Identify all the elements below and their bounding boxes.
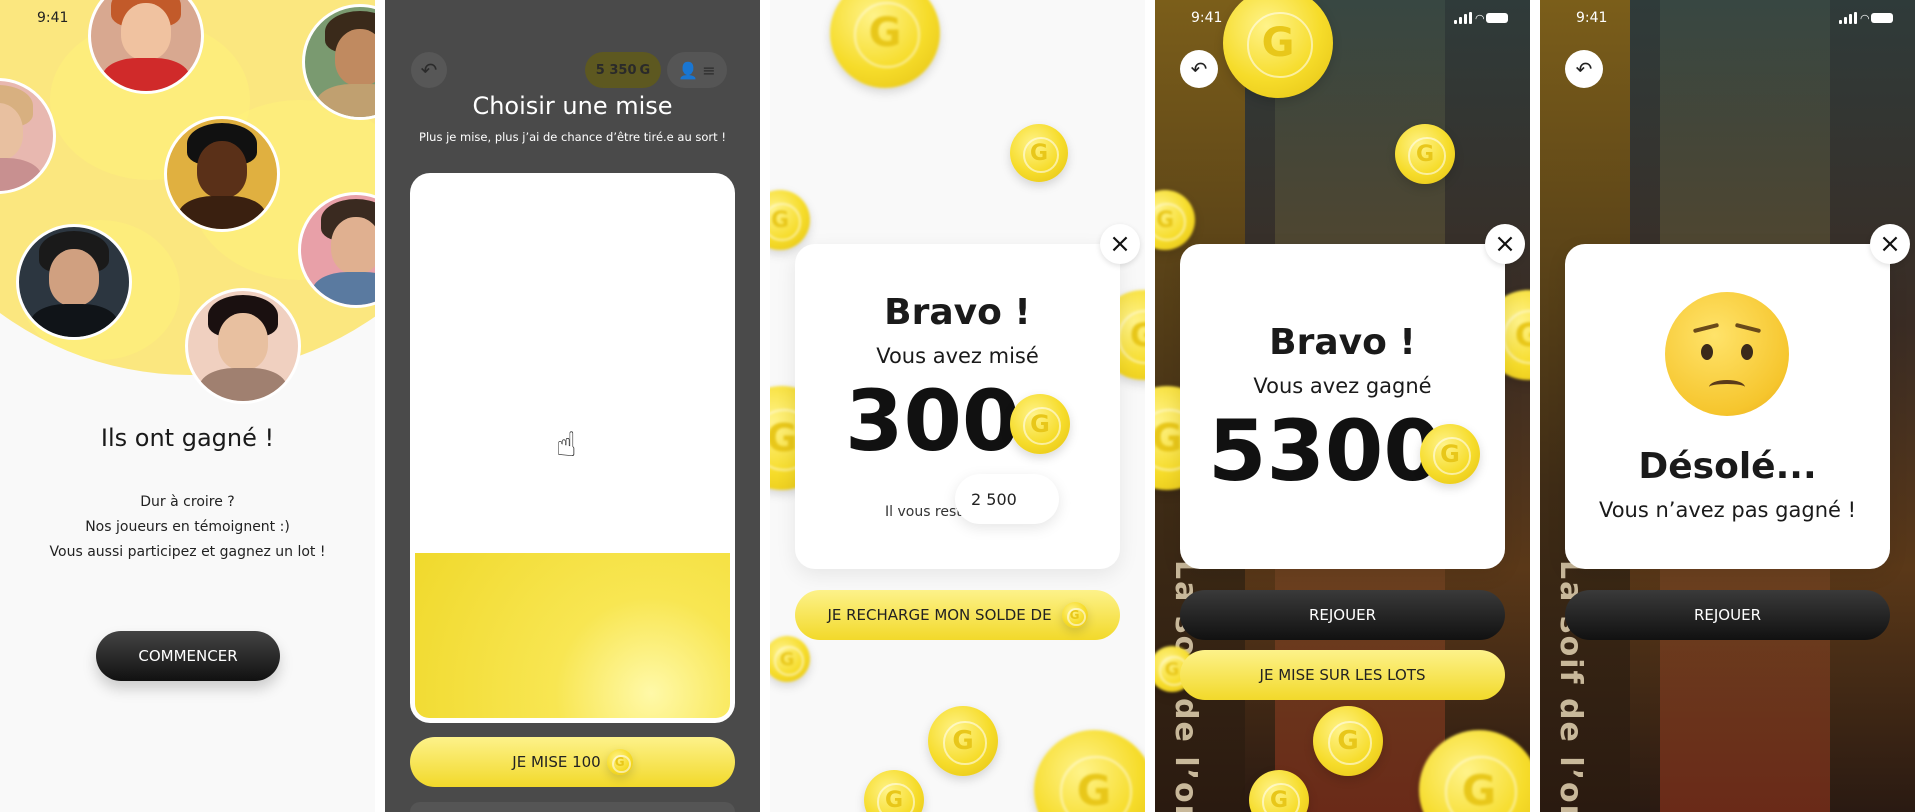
description-line: Vous aussi participez et gagnez un lot ! [49, 544, 326, 560]
user-icon: 👤 [678, 60, 699, 80]
bet-amount: 300 [845, 372, 1021, 470]
screen-choose-bet: ↶ 5 350 G 👤 ≡ Choisir une mise Plus je mi… [385, 0, 760, 812]
back-button[interactable]: ↶ [411, 52, 447, 88]
recharge-button-label: JE RECHARGE MON SOLDE DE [827, 606, 1052, 624]
back-button[interactable]: ↶ [1180, 50, 1218, 88]
bet-slider-card[interactable]: ☝ [410, 173, 735, 723]
back-arrow-icon: ↶ [420, 58, 438, 82]
description-line: Nos joueurs en témoignent :) [85, 519, 290, 535]
close-icon: × [1109, 229, 1131, 259]
balance-chip[interactable]: 5 350 G [585, 52, 661, 88]
close-icon: × [1494, 229, 1516, 259]
close-button[interactable]: × [1485, 224, 1525, 264]
page-title: Ils ont gagné ! [100, 424, 275, 452]
modal-subtitle: Vous avez misé [876, 344, 1039, 368]
start-button[interactable]: COMMENCER [96, 631, 280, 681]
coin-icon: G [1395, 124, 1455, 184]
sad-face-icon [1665, 292, 1789, 416]
coin-icon: G [639, 62, 651, 78]
modal-title: Désolé... [1638, 446, 1817, 487]
screen-winners: 9:41 Ils ont gagné ! Dur à croire ? Nos … [0, 0, 375, 812]
description: Dur à croire ? Nos joueurs en témoignent… [0, 490, 375, 565]
screen-lost: La soif de l’or 9:41 ◠ ↶ Désolé... Vous … [1540, 0, 1915, 812]
back-arrow-icon: ↶ [1575, 57, 1593, 81]
page-subtitle: Plus je mise, plus j’ai de chance d’être… [419, 130, 726, 144]
menu-icon: ≡ [702, 60, 716, 80]
won-amount: 5300 [1208, 402, 1442, 500]
coin-icon: G [1010, 394, 1070, 454]
result-modal: Bravo ! Vous avez misé 300 G Il vous res… [795, 244, 1120, 569]
balance-value: 5 350 [595, 62, 637, 78]
status-time: 9:41 [1191, 10, 1223, 26]
status-time: 9:41 [37, 10, 69, 26]
description-line: Dur à croire ? [140, 494, 235, 510]
bet-level-fill[interactable] [415, 553, 730, 718]
status-time: 9:41 [1576, 10, 1608, 26]
bet-button-label: JE MISE 100 [512, 753, 601, 771]
coin-icon: G [928, 706, 998, 776]
back-button[interactable]: ↶ [1565, 50, 1603, 88]
screen-bet-confirmed: G G G G G G G G G Bravo ! Vous avez misé… [770, 0, 1145, 812]
bet-button[interactable]: JE MISE 100 G [410, 737, 735, 787]
back-arrow-icon: ↶ [1190, 57, 1208, 81]
coin-icon: G [1034, 730, 1145, 812]
status-icons: ◠ [1839, 12, 1893, 24]
avatar-winner [88, 0, 204, 94]
coin-icon: G [1010, 124, 1068, 182]
swipe-hand-icon: ☝ [556, 425, 577, 465]
coin-icon: G [770, 636, 810, 682]
coin-icon: G [606, 749, 633, 775]
avatar-winner [185, 288, 301, 404]
coin-icon: G [1420, 424, 1480, 484]
coin-icon: G [770, 190, 810, 250]
coin-icon: G [1061, 602, 1088, 628]
close-icon: × [1879, 229, 1901, 259]
modal-title: Bravo ! [884, 292, 1031, 333]
bottom-strip [410, 802, 735, 812]
coin-icon: G [1313, 706, 1383, 776]
recharge-button[interactable]: JE RECHARGE MON SOLDE DE G [795, 590, 1120, 640]
close-button[interactable]: × [1870, 224, 1910, 264]
replay-button[interactable]: REJOUER [1180, 590, 1505, 640]
bet-on-lots-button[interactable]: JE MISE SUR LES LOTS [1180, 650, 1505, 700]
coin-icon: G [864, 770, 924, 812]
avatar-winner [16, 224, 132, 340]
modal-subtitle: Vous avez gagné [1253, 374, 1432, 398]
replay-button[interactable]: REJOUER [1565, 590, 1890, 640]
modal-title: Bravo ! [1269, 322, 1416, 363]
remaining-balance: 2 500 [955, 474, 1059, 524]
result-modal: Bravo ! Vous avez gagné 5300 G [1180, 244, 1505, 569]
avatar-winner [164, 116, 280, 232]
modal-subtitle: Vous n’avez pas gagné ! [1598, 498, 1857, 522]
status-icons: ◠ [1454, 12, 1508, 24]
coin-icon: G [830, 0, 940, 88]
result-modal: Désolé... Vous n’avez pas gagné ! [1565, 244, 1890, 569]
screen-won: La soif de l’or 9:41 ◠ ↶ G G G G G G G G… [1155, 0, 1530, 812]
page-title: Choisir une mise [472, 92, 673, 120]
close-button[interactable]: × [1100, 224, 1140, 264]
profile-menu-button[interactable]: 👤 ≡ [667, 52, 727, 88]
